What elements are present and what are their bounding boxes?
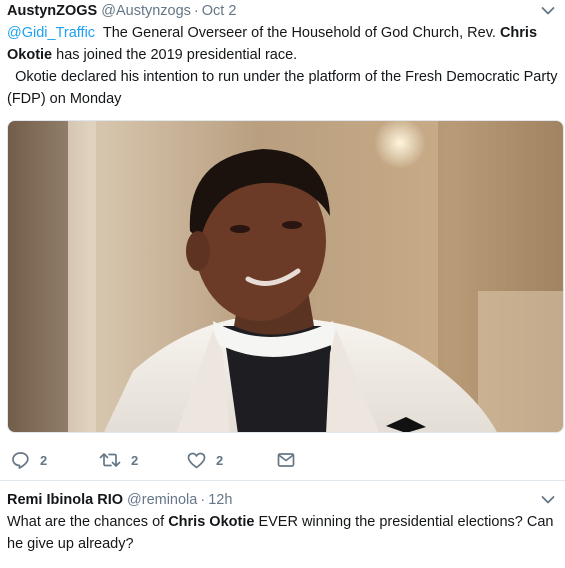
chevron-down-icon[interactable] [541,495,555,505]
author-handle[interactable]: @reminola [127,492,197,508]
heart-icon [187,452,206,468]
tweet-timestamp[interactable]: 12h [208,492,232,508]
tweet-text-part: has joined the 2019 presidential race. [52,47,298,63]
like-count: 2 [216,452,224,468]
tweet-text-line2: Okotie declared his intention to run und… [7,69,562,107]
tweet-header: Remi Ibinola RIO @reminola · 12h [7,489,558,511]
tweet-timestamp[interactable]: Oct 2 [202,3,237,19]
tweet-text: What are the chances of Chris Okotie EVE… [7,511,558,555]
tweet-actions: 2 2 2 [7,449,558,471]
retweet-icon [99,453,121,467]
reply-count: 2 [40,452,48,468]
envelope-icon [277,453,295,467]
author-name[interactable]: Remi Ibinola RIO [7,492,123,508]
like-button[interactable]: 2 [187,452,277,469]
tweet[interactable]: AustynZOGS @Austynzogs · Oct 2 @Gidi_Tra… [0,0,565,481]
author-name[interactable]: AustynZOGS [7,3,97,19]
chevron-down-icon[interactable] [541,6,555,16]
direct-message-button[interactable] [277,452,295,468]
reply-icon [12,452,29,469]
author-handle[interactable]: @Austynzogs [101,3,191,19]
retweet-button[interactable]: 2 [99,452,187,468]
reply-button[interactable]: 2 [11,451,99,469]
tweet-text-part: What are the chances of [7,514,169,530]
tweet-photo[interactable] [7,120,564,433]
tweet-text-part: The General Overseer of the Household of… [95,25,500,41]
separator-dot: · [200,492,206,508]
separator-dot: · [193,3,199,19]
highlighted-name: Chris Okotie [168,514,255,530]
tweet[interactable]: Remi Ibinola RIO @reminola · 12h What ar… [0,481,565,555]
retweet-count: 2 [131,452,139,468]
man-in-white-suit-photo [8,121,563,432]
tweet-text: @Gidi_Traffic The General Overseer of th… [7,22,558,110]
mention-link[interactable]: @Gidi_Traffic [7,25,95,41]
tweet-header: AustynZOGS @Austynzogs · Oct 2 [7,0,558,22]
